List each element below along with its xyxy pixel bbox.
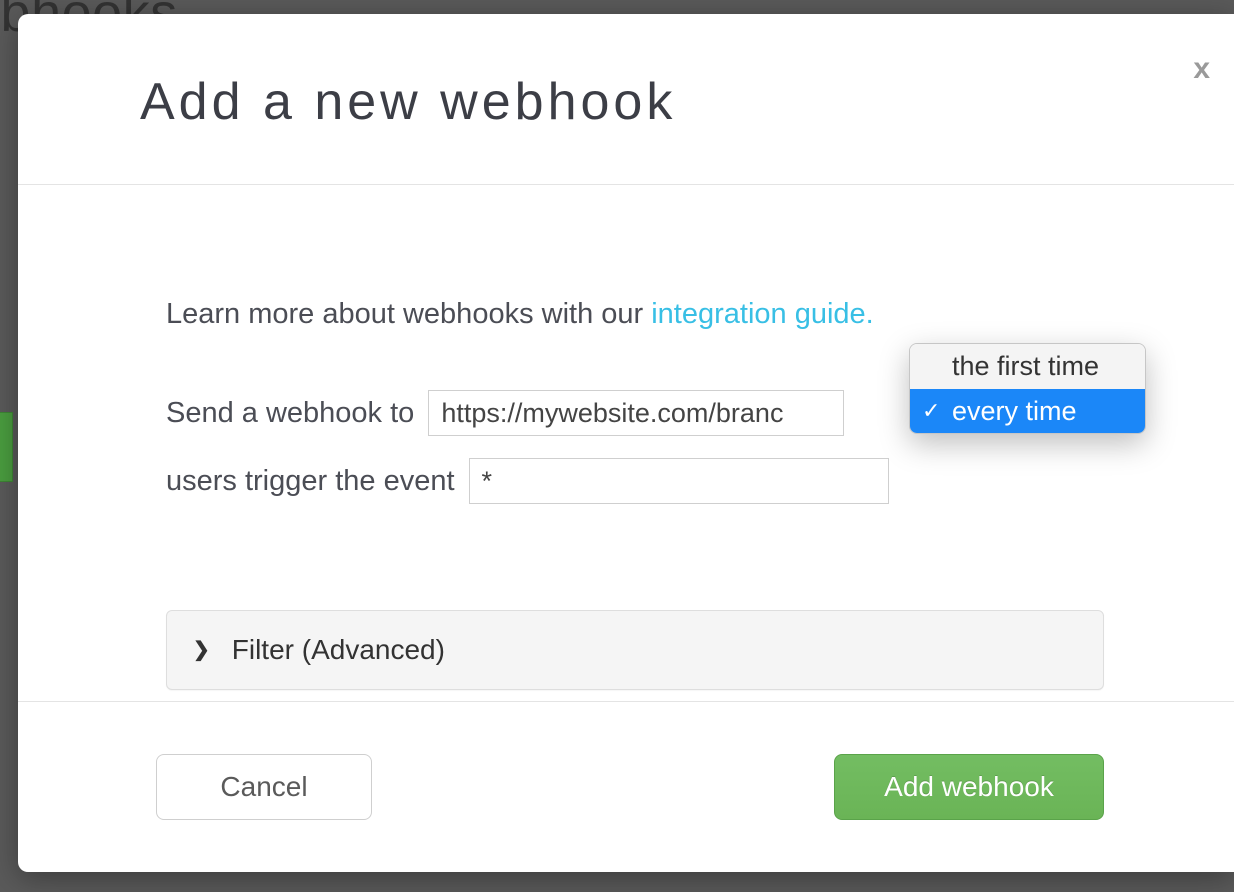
webhook-url-input[interactable] (428, 390, 844, 436)
dropdown-option-label: the first time (952, 351, 1099, 381)
modal-footer: Cancel Add webhook (18, 701, 1234, 872)
webhook-url-label: Send a webhook to (166, 394, 414, 433)
integration-guide-link[interactable]: integration guide. (651, 298, 874, 330)
check-icon: ✓ (922, 396, 940, 426)
frequency-dropdown[interactable]: the first time ✓ every time (909, 343, 1146, 434)
dropdown-option-every-time[interactable]: ✓ every time (910, 389, 1145, 433)
add-webhook-modal: Add a new webhook x Learn more about web… (18, 14, 1234, 872)
event-input[interactable] (469, 458, 889, 504)
intro-prefix: Learn more about webhooks with our (166, 298, 651, 330)
event-row: users trigger the event (166, 458, 1104, 504)
modal-header: Add a new webhook x (18, 14, 1234, 185)
dropdown-option-label: every time (952, 396, 1077, 426)
filter-advanced-toggle[interactable]: ❯ Filter (Advanced) (166, 610, 1104, 690)
filter-advanced-label: Filter (Advanced) (232, 631, 445, 669)
intro-text: Learn more about webhooks with our integ… (166, 295, 1104, 334)
webhook-url-row: Send a webhook to the first time ✓ every… (166, 390, 1104, 436)
close-icon[interactable]: x (1193, 52, 1210, 86)
chevron-right-icon: ❯ (193, 637, 210, 664)
cancel-button[interactable]: Cancel (156, 754, 372, 820)
background-button-sliver (0, 412, 13, 482)
dropdown-option-first-time[interactable]: the first time (910, 344, 1145, 388)
modal-title: Add a new webhook (140, 72, 1234, 132)
add-webhook-button[interactable]: Add webhook (834, 754, 1104, 820)
event-label: users trigger the event (166, 462, 455, 501)
modal-body: Learn more about webhooks with our integ… (18, 185, 1234, 701)
